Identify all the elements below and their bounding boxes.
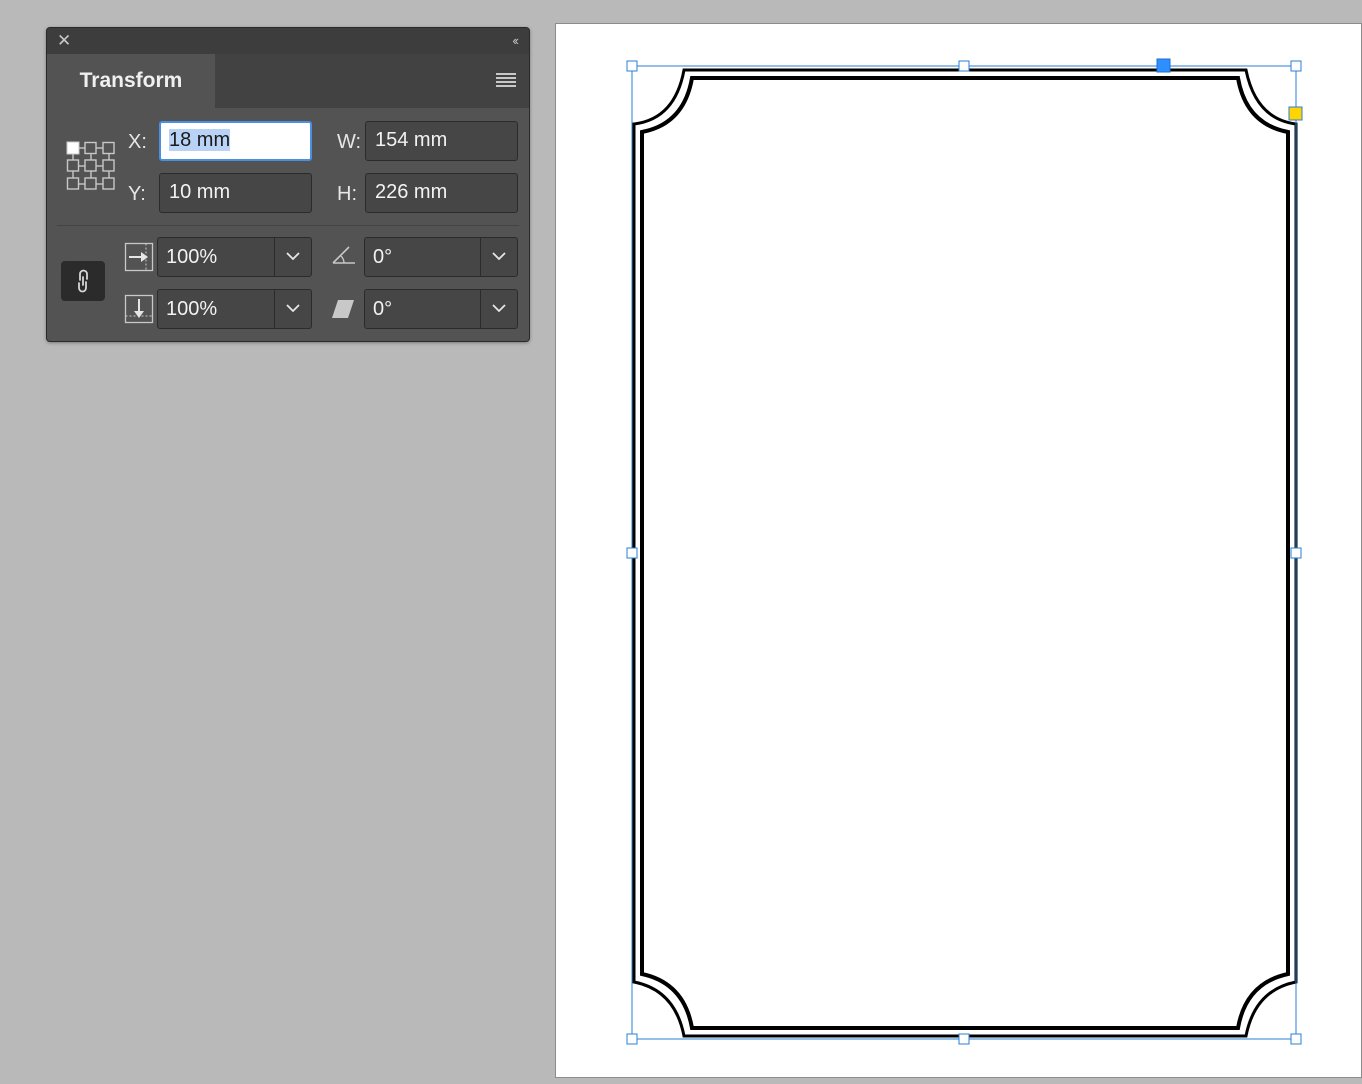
frame-outer-border[interactable]	[632, 68, 1298, 1038]
handle-bottom-left[interactable]	[626, 1033, 638, 1045]
handle-middle-right[interactable]	[1290, 547, 1302, 559]
handle-bottom-right[interactable]	[1290, 1033, 1302, 1045]
handle-top-right[interactable]	[1290, 60, 1302, 72]
live-corner-handle[interactable]	[1288, 106, 1303, 121]
handle-top-center[interactable]	[958, 60, 970, 72]
handle-bottom-center[interactable]	[958, 1033, 970, 1045]
live-shape-handle[interactable]	[1156, 58, 1171, 73]
frame-inner-border	[640, 76, 1290, 1030]
handle-middle-left[interactable]	[626, 547, 638, 559]
handle-top-left[interactable]	[626, 60, 638, 72]
selection-bounding-box	[631, 65, 1297, 1040]
canvas-artwork	[626, 58, 1303, 1045]
